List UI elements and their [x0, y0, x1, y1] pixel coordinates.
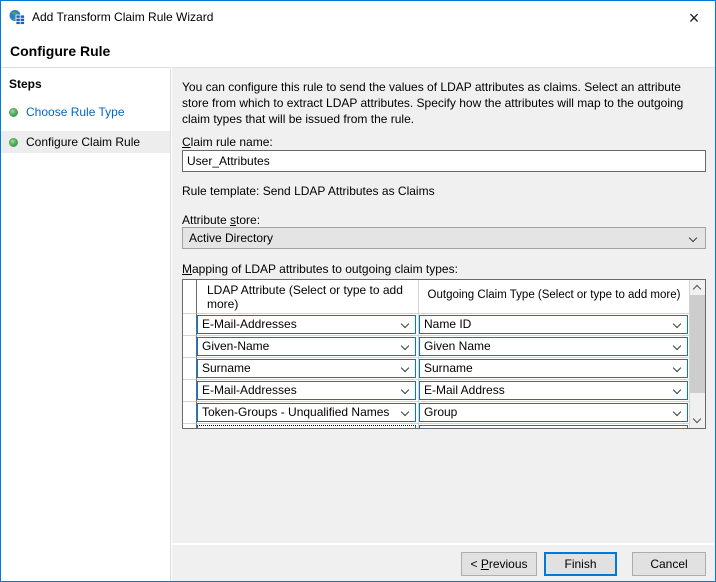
- mapping-table: LDAP Attribute (Select or type to add mo…: [182, 279, 706, 429]
- chevron-down-icon: [401, 320, 409, 328]
- attribute-store-label: Attribute store:: [182, 213, 260, 227]
- rule-description: You can configure this rule to send the …: [182, 79, 709, 127]
- attribute-store-select[interactable]: Active Directory: [182, 227, 706, 249]
- chevron-down-icon: [689, 234, 697, 242]
- ldap-attribute-select[interactable]: E-Mail-Addresses: [197, 315, 416, 334]
- close-icon[interactable]: ×: [681, 5, 707, 31]
- scroll-down-icon[interactable]: [690, 413, 705, 428]
- row-header-cell[interactable]: [183, 402, 197, 424]
- rule-template-text: Rule template: Send LDAP Attributes as C…: [182, 184, 435, 198]
- button-bar: < Previous Finish Cancel: [172, 543, 715, 581]
- chevron-down-icon: [673, 386, 681, 394]
- mapping-label: Mapping of LDAP attributes to outgoing c…: [182, 262, 458, 276]
- table-row-partial: [183, 424, 689, 428]
- content-area: You can configure this rule to send the …: [172, 67, 715, 543]
- attribute-store-value: Active Directory: [189, 231, 273, 245]
- wizard-window: Add Transform Claim Rule Wizard × Config…: [0, 0, 716, 582]
- outgoing-claim-select-partial[interactable]: [419, 425, 688, 428]
- table-row: Given-Name Given Name: [183, 336, 689, 358]
- outgoing-claim-select[interactable]: Group: [419, 403, 688, 422]
- row-header-cell: [183, 424, 197, 428]
- chevron-down-icon: [673, 408, 681, 416]
- chevron-down-icon: [673, 342, 681, 350]
- scroll-up-icon[interactable]: [690, 280, 705, 295]
- claim-rule-name-input[interactable]: [182, 150, 706, 172]
- row-header-cell[interactable]: [183, 336, 197, 358]
- step-choose-rule-type[interactable]: Choose Rule Type: [1, 101, 170, 123]
- ldap-attribute-select[interactable]: Surname: [197, 359, 416, 378]
- previous-button[interactable]: < Previous: [461, 552, 537, 576]
- table-scrollbar[interactable]: [689, 280, 705, 428]
- claim-rule-name-label: Claim rule name:: [182, 135, 273, 149]
- wizard-app-icon: [9, 9, 25, 25]
- table-row: Token-Groups - Unqualified Names Group: [183, 402, 689, 424]
- step-label[interactable]: Choose Rule Type: [26, 105, 125, 119]
- table-row: E-Mail-Addresses Name ID: [183, 314, 689, 336]
- chevron-down-icon: [673, 364, 681, 372]
- row-header-cell[interactable]: [183, 314, 197, 336]
- outgoing-claim-select[interactable]: Name ID: [419, 315, 688, 334]
- outgoing-claim-select[interactable]: E-Mail Address: [419, 381, 688, 400]
- row-header-cell[interactable]: [183, 380, 197, 402]
- outgoing-claim-select[interactable]: Given Name: [419, 337, 688, 356]
- steps-header: Steps: [1, 68, 170, 93]
- title-bar: Add Transform Claim Rule Wizard ×: [1, 1, 715, 33]
- table-row: E-Mail-Addresses E-Mail Address: [183, 380, 689, 402]
- ldap-attribute-select[interactable]: Given-Name: [197, 337, 416, 356]
- page-title: Configure Rule: [10, 43, 110, 59]
- chevron-down-icon: [673, 320, 681, 328]
- ldap-attribute-select-partial[interactable]: [197, 425, 416, 428]
- step-configure-claim-rule: Configure Claim Rule: [1, 131, 170, 153]
- cancel-button[interactable]: Cancel: [632, 552, 706, 576]
- ldap-attribute-select[interactable]: E-Mail-Addresses: [197, 381, 416, 400]
- row-header-cell[interactable]: [183, 358, 197, 380]
- outgoing-claim-select[interactable]: Surname: [419, 359, 688, 378]
- step-label: Configure Claim Rule: [26, 135, 140, 149]
- chevron-down-icon: [401, 408, 409, 416]
- ldap-attribute-select[interactable]: Token-Groups - Unqualified Names: [197, 403, 416, 422]
- chevron-down-icon: [401, 364, 409, 372]
- chevron-down-icon: [401, 342, 409, 350]
- finish-button[interactable]: Finish: [544, 552, 617, 576]
- window-title: Add Transform Claim Rule Wizard: [32, 1, 213, 34]
- table-row: Surname Surname: [183, 358, 689, 380]
- ldap-attribute-column-header: LDAP Attribute (Select or type to add mo…: [197, 280, 419, 314]
- step-bullet-icon: [9, 138, 18, 147]
- row-header-cell: [183, 280, 197, 314]
- step-bullet-icon: [9, 108, 18, 117]
- scrollbar-thumb[interactable]: [690, 295, 705, 393]
- steps-sidebar: Steps Choose Rule Type Configure Claim R…: [1, 67, 171, 581]
- table-header-row: LDAP Attribute (Select or type to add mo…: [183, 280, 689, 314]
- outgoing-claim-column-header: Outgoing Claim Type (Select or type to a…: [419, 280, 689, 314]
- chevron-down-icon: [401, 386, 409, 394]
